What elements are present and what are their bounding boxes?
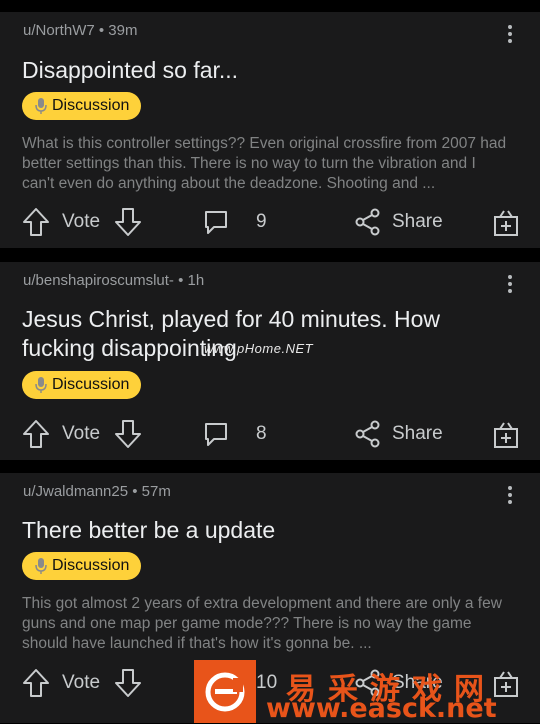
watermark-url-text: www.easck.net: [266, 693, 497, 724]
upvote-button[interactable]: [22, 663, 50, 703]
share-button[interactable]: Share: [354, 414, 443, 454]
post-actions: Vote 8 Share: [0, 414, 540, 454]
downvote-button[interactable]: [114, 663, 142, 703]
post-title[interactable]: Disappointed so far...: [22, 56, 510, 85]
flair-label: Discussion: [52, 376, 130, 393]
share-button[interactable]: Share: [354, 202, 443, 242]
post-meta[interactable]: u/NorthW7 • 39m: [23, 22, 137, 39]
upvote-arrow-icon: [23, 420, 49, 448]
downvote-button[interactable]: [114, 414, 142, 454]
upvote-arrow-icon: [23, 208, 49, 236]
post-snippet[interactable]: What is this controller settings?? Even …: [22, 134, 512, 194]
award-gift-icon: [494, 422, 518, 448]
vote-label: Vote: [62, 211, 101, 232]
upvote-button[interactable]: [22, 202, 50, 242]
downvote-arrow-icon: [115, 669, 141, 697]
post-meta[interactable]: u/Jwaldmann25 • 57m: [23, 483, 171, 500]
downvote-button[interactable]: [114, 202, 142, 242]
comment-bubble-icon: [205, 211, 227, 234]
more-options-icon[interactable]: [500, 485, 520, 505]
flair-label: Discussion: [52, 97, 130, 114]
flair-badge[interactable]: Discussion: [22, 371, 142, 399]
post-meta[interactable]: u/benshapiroscumslut- • 1h: [23, 272, 204, 289]
comment-count: 8: [256, 423, 267, 444]
post-card[interactable]: u/NorthW7 • 39m Disappointed so far... D…: [0, 12, 540, 248]
post-card[interactable]: u/benshapiroscumslut- • 1h Jesus Christ,…: [0, 262, 540, 460]
post-title[interactable]: There better be a update: [22, 516, 510, 545]
watermark-overlay-text: www.pHome.NET: [204, 341, 314, 356]
vote-label: Vote: [62, 672, 101, 693]
comments-button[interactable]: 9: [202, 202, 267, 242]
share-label: Share: [392, 423, 443, 444]
vote-label: Vote: [62, 423, 101, 444]
upvote-button[interactable]: [22, 414, 50, 454]
award-button[interactable]: [492, 414, 520, 454]
award-gift-icon: [494, 210, 518, 236]
share-icon: [355, 208, 380, 236]
post-actions: Vote 9 Share: [0, 202, 540, 242]
share-icon: [355, 420, 380, 448]
more-options-icon[interactable]: [500, 274, 520, 294]
post-snippet[interactable]: This got almost 2 years of extra develop…: [22, 594, 512, 654]
flair-badge[interactable]: Discussion: [22, 552, 142, 580]
flair-label: Discussion: [52, 557, 130, 574]
more-options-icon[interactable]: [500, 24, 520, 44]
flair-badge[interactable]: Discussion: [22, 92, 142, 120]
comments-button[interactable]: 8: [202, 414, 267, 454]
site-logo-icon: [194, 660, 256, 723]
award-button[interactable]: [492, 202, 520, 242]
comment-count: 9: [256, 211, 267, 232]
microphone-icon: [34, 97, 48, 115]
watermark-banner: 易采游戏网 www.easck.net: [194, 660, 540, 724]
microphone-icon: [34, 376, 48, 394]
downvote-arrow-icon: [115, 420, 141, 448]
downvote-arrow-icon: [115, 208, 141, 236]
share-label: Share: [392, 211, 443, 232]
upvote-arrow-icon: [23, 669, 49, 697]
comment-bubble-icon: [205, 423, 227, 446]
microphone-icon: [34, 557, 48, 575]
